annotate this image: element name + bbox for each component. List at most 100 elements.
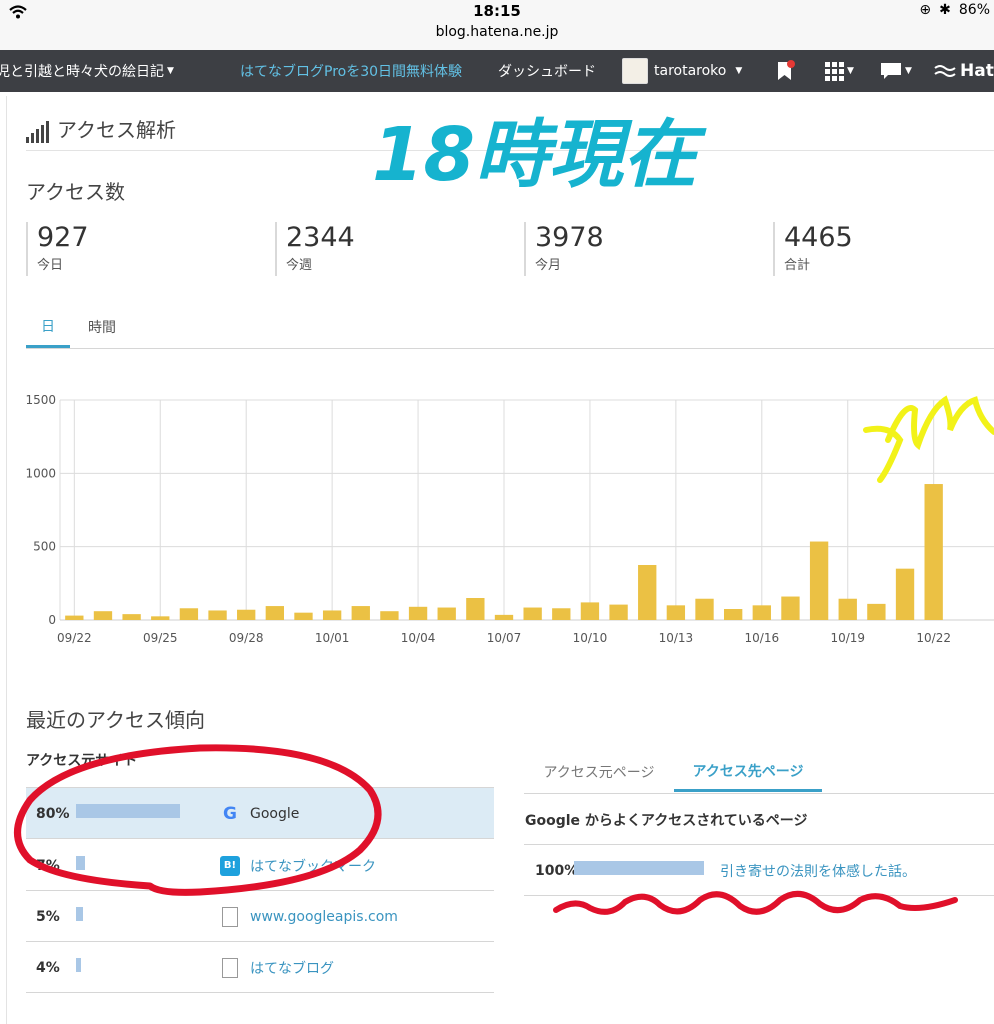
tab-divider <box>524 793 994 794</box>
x-tick-label: 10/22 <box>916 631 951 645</box>
access-count-heading: アクセス数 <box>26 180 125 204</box>
chart-bar <box>895 568 915 620</box>
x-tick-label: 10/13 <box>659 631 694 645</box>
stat-value: 4465 <box>784 222 853 253</box>
referrer-name: Google <box>250 805 300 822</box>
speech-bubble-icon <box>881 63 901 79</box>
referrer-name[interactable]: www.googleapis.com <box>250 891 398 942</box>
caret-down-icon: ▼ <box>735 66 743 76</box>
pro-trial-link[interactable]: はてなブログProを30日間無料体験 <box>240 50 462 92</box>
chart-bar <box>752 605 771 620</box>
blog-switcher[interactable]: 児と引越と時々犬の絵日記 ▼ <box>0 50 174 92</box>
landing-page-row[interactable]: 100% 引き寄せの法則を体感した話。 <box>524 845 994 896</box>
chart-bar <box>809 541 829 620</box>
tab-referrer-pages[interactable]: アクセス元ページ <box>540 752 658 792</box>
y-tick-label: 0 <box>48 613 56 627</box>
notification-bookmark-button[interactable] <box>775 50 795 92</box>
chart-bar <box>65 615 84 620</box>
chart-bar <box>552 608 571 620</box>
landing-page-percent: 100% <box>535 862 579 879</box>
blog-title: 児と引越と時々犬の絵日記 <box>0 64 164 80</box>
x-tick-label: 10/19 <box>830 631 865 645</box>
referrer-share-bar <box>76 804 180 818</box>
x-tick-label: 10/10 <box>573 631 608 645</box>
stat-label: 合計 <box>784 258 811 273</box>
bluetooth-icon: ✱ <box>939 2 951 18</box>
red-underline-marker <box>553 891 958 915</box>
referrer-row-googleapis[interactable]: 5% www.googleapis.com <box>26 891 494 942</box>
stat-label: 今月 <box>535 258 562 273</box>
chart-bar <box>638 565 657 620</box>
stat-week: 2344 今週 <box>275 222 355 276</box>
referrer-share-bar <box>76 907 83 921</box>
chart-bar <box>580 602 600 620</box>
rotation-lock-icon: ⊕ <box>919 2 932 18</box>
divider <box>26 150 994 151</box>
daily-access-chart: 0 500 1000 1500 09/22 09/25 09/28 10/01 10/04 10/… <box>25 393 994 645</box>
chart-bar <box>351 606 370 620</box>
stat-label: 今日 <box>37 258 64 273</box>
x-tick-label: 09/25 <box>143 631 178 645</box>
user-menu[interactable]: tarotaroko ▼ <box>622 50 742 92</box>
stat-total: 4465 合計 <box>773 222 853 276</box>
chart-bar <box>408 606 428 620</box>
referrer-row-google[interactable]: 80% G Google <box>26 788 494 839</box>
landing-page-share-bar <box>574 861 704 875</box>
grid-icon <box>825 62 844 81</box>
recent-trends-heading: 最近のアクセス傾向 <box>26 708 205 732</box>
x-tick-label: 10/04 <box>401 631 436 645</box>
caret-down-icon: ▼ <box>847 66 854 76</box>
chart-bar <box>237 609 256 620</box>
caret-down-icon: ▼ <box>905 66 912 76</box>
chart-bar <box>179 608 199 620</box>
stat-month: 3978 今月 <box>524 222 604 276</box>
x-tick-label: 10/01 <box>315 631 350 645</box>
hatena-wave-icon <box>934 65 956 77</box>
messages-menu-button[interactable]: ▼ <box>880 50 912 92</box>
chart-bar <box>380 611 399 620</box>
x-tick-label: 10/16 <box>745 631 780 645</box>
landing-page-title[interactable]: 引き寄せの法則を体感した話。 <box>720 845 916 896</box>
chart-bar <box>322 610 342 620</box>
x-tick-label: 10/07 <box>487 631 522 645</box>
x-tick-label: 09/28 <box>229 631 264 645</box>
stat-value: 2344 <box>286 222 355 253</box>
chart-bar <box>494 614 514 620</box>
tab-day[interactable]: 日 <box>26 306 70 348</box>
referrer-percent: 5% <box>36 908 60 925</box>
chart-bar <box>466 598 485 620</box>
landing-pages-label: Google からよくアクセスされているページ <box>525 813 808 829</box>
referrer-name[interactable]: はてなブログ <box>250 942 334 993</box>
ios-status-bar: 18:15 blog.hatena.ne.jp ⊕ ✱ 86% <box>0 0 994 50</box>
avatar <box>622 58 648 84</box>
x-tick-label: 09/22 <box>57 631 92 645</box>
referrer-share-bar <box>76 856 86 870</box>
address-bar-url[interactable]: blog.hatena.ne.jp <box>0 24 994 40</box>
hatena-bookmark-icon: B! <box>220 840 240 891</box>
global-header: 児と引越と時々犬の絵日記 ▼ はてなブログProを30日間無料体験 ダッシュボー… <box>0 50 994 92</box>
referrer-sites-label: アクセス元サイト <box>26 753 138 769</box>
tab-landing-pages[interactable]: アクセス先ページ <box>674 752 822 792</box>
tab-hour[interactable]: 時間 <box>78 306 126 348</box>
google-icon: G <box>223 803 237 824</box>
status-indicators: ⊕ ✱ 86% <box>919 2 990 18</box>
apps-menu-button[interactable]: ▼ <box>824 50 854 92</box>
battery-percent: 86% <box>958 2 990 18</box>
access-analysis-icon <box>26 121 49 143</box>
referrer-name[interactable]: はてなブックマーク <box>250 840 376 891</box>
chart-bar <box>93 611 113 620</box>
chart-bar <box>781 596 800 620</box>
referrer-percent: 7% <box>36 857 60 874</box>
caret-down-icon: ▼ <box>167 66 174 76</box>
hatena-logo[interactable]: Hat <box>934 50 994 92</box>
page-title: アクセス解析 <box>26 114 176 143</box>
referrer-row-hatena-blog[interactable]: 4% はてなブログ <box>26 942 494 993</box>
chart-bar <box>609 604 628 620</box>
document-icon <box>220 942 240 993</box>
chart-bar <box>151 616 170 620</box>
referrer-row-hatena-bookmark[interactable]: 7% B! はてなブックマーク <box>26 840 494 891</box>
dashboard-link[interactable]: ダッシュボード <box>498 50 596 92</box>
chart-bar <box>122 614 141 620</box>
referrer-percent: 80% <box>36 805 70 822</box>
chart-bar <box>924 484 943 620</box>
